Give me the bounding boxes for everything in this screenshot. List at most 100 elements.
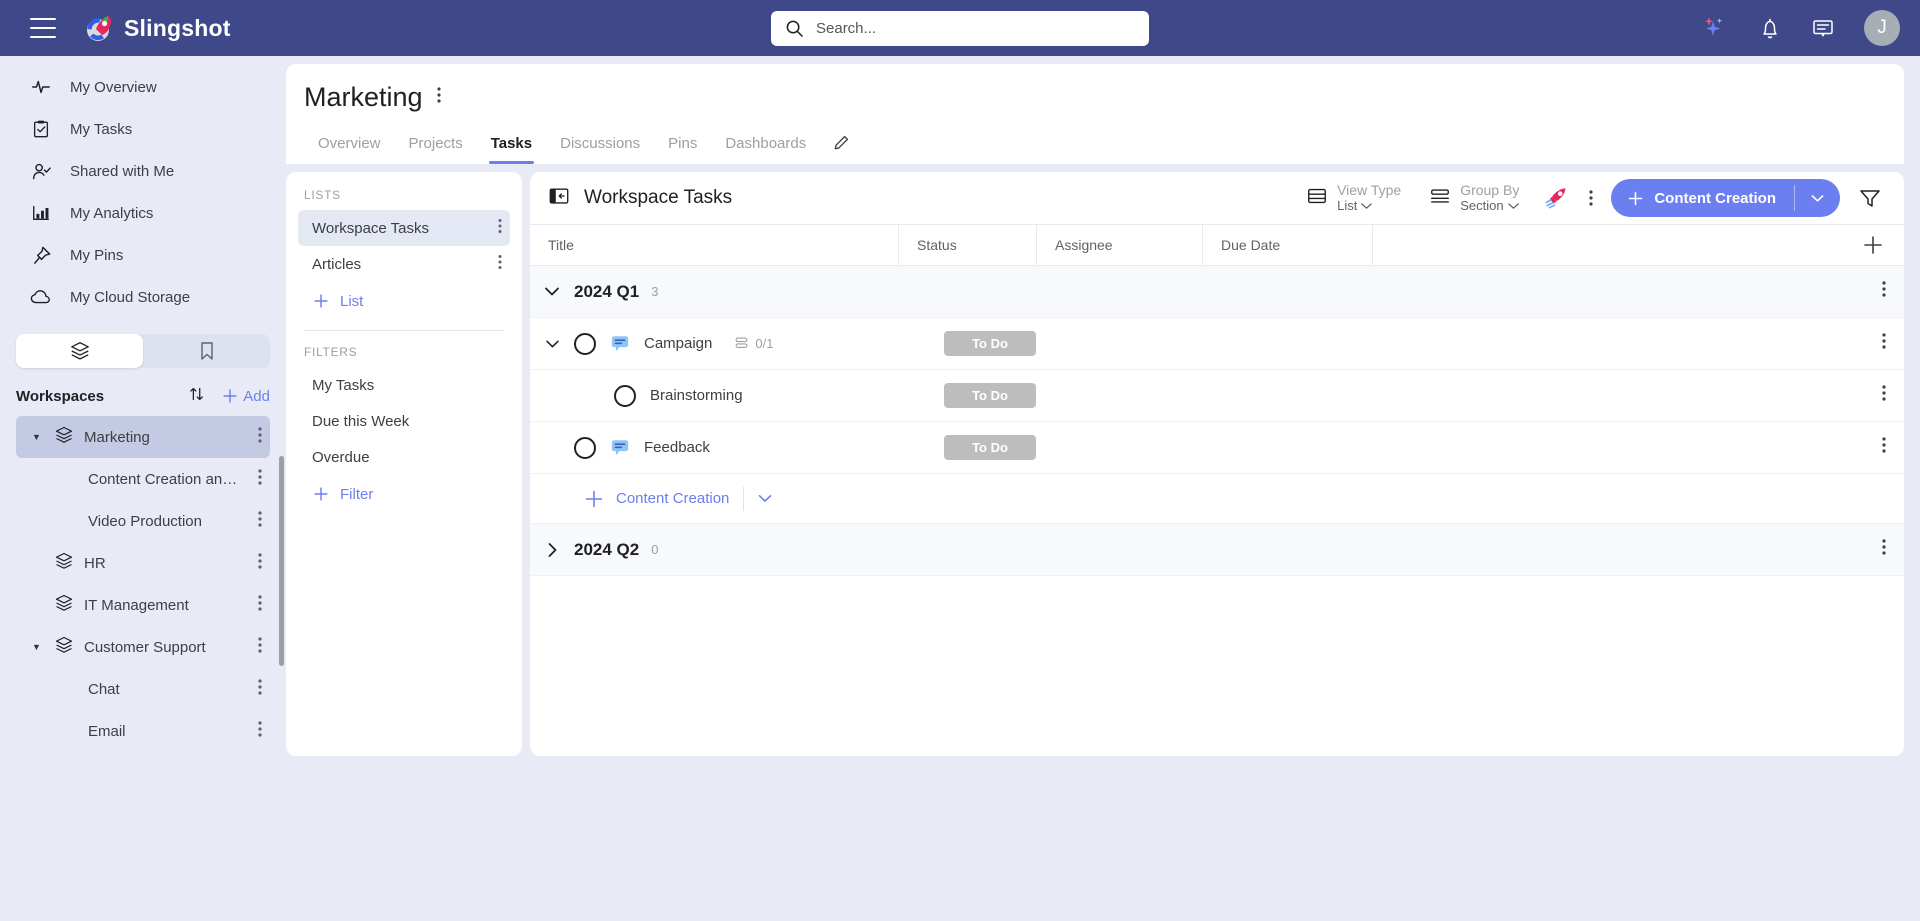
more-vertical-icon[interactable] (498, 218, 502, 238)
more-vertical-icon[interactable] (1882, 538, 1886, 561)
page-more-icon[interactable] (436, 86, 441, 109)
task-status-cell[interactable]: To Do (898, 383, 1036, 408)
column-header-assignee[interactable]: Assignee (1036, 225, 1202, 265)
list-item-workspace-tasks[interactable]: Workspace Tasks (298, 210, 510, 246)
sidebar-item-my-tasks[interactable]: My Tasks (0, 108, 286, 150)
table-row[interactable]: Brainstorming To Do (530, 370, 1904, 422)
add-task-chevron-down-icon[interactable] (758, 494, 772, 503)
brand-logo[interactable]: Slingshot (84, 13, 231, 43)
more-vertical-icon[interactable] (258, 426, 262, 448)
sidebar-item-my-overview[interactable]: My Overview (0, 66, 286, 108)
more-vertical-icon[interactable] (1882, 280, 1886, 303)
tab-projects[interactable]: Projects (395, 129, 477, 164)
list-item-articles[interactable]: Articles (298, 246, 510, 282)
task-complete-toggle[interactable] (614, 384, 636, 407)
sidebar-item-shared-with-me[interactable]: Shared with Me (0, 150, 286, 192)
sidebar-project-email[interactable]: Email (16, 710, 270, 752)
add-workspace-button[interactable]: Add (221, 387, 270, 405)
tab-tasks[interactable]: Tasks (477, 129, 546, 164)
add-filter-button[interactable]: Filter (298, 475, 510, 513)
more-vertical-icon[interactable] (498, 254, 502, 274)
table-row[interactable]: Campaign 0/1 To Do (530, 318, 1904, 370)
table-row[interactable]: Feedback To Do (530, 422, 1904, 474)
task-panel: Workspace Tasks View Type List Group By … (530, 172, 1904, 756)
filter-item-overdue[interactable]: Overdue (298, 439, 510, 475)
pencil-icon[interactable] (820, 127, 863, 164)
plus-icon (1629, 191, 1643, 205)
avatar[interactable]: J (1864, 10, 1900, 46)
hamburger-icon[interactable] (30, 18, 56, 38)
more-vertical-icon[interactable] (1882, 332, 1886, 355)
sidebar-project-content-creation[interactable]: Content Creation an… (16, 458, 270, 500)
add-column-button[interactable] (1372, 225, 1904, 265)
column-header-due-date[interactable]: Due Date (1202, 225, 1372, 265)
task-complete-toggle[interactable] (574, 436, 596, 459)
task-complete-toggle[interactable] (574, 332, 596, 355)
caret-down-icon[interactable]: ▼ (32, 642, 44, 652)
sidebar-workspace-marketing[interactable]: ▼ Marketing (16, 416, 270, 458)
sidebar-workspace-customer-support[interactable]: ▼ Customer Support (16, 626, 270, 668)
sidebar-workspace-it-management[interactable]: IT Management (16, 584, 270, 626)
task-group-header-2024-q2[interactable]: 2024 Q2 0 (530, 524, 1904, 576)
add-list-button[interactable]: List (298, 282, 510, 320)
sidebar-project-chat[interactable]: Chat (16, 668, 270, 710)
content-creation-cta[interactable]: Content Creation (1611, 179, 1840, 217)
more-vertical-icon[interactable] (258, 720, 262, 742)
search-box[interactable] (771, 10, 1149, 46)
sidebar-item-my-cloud-storage[interactable]: My Cloud Storage (0, 276, 286, 318)
filter-item-due-this-week[interactable]: Due this Week (298, 403, 510, 439)
rocket-icon[interactable] (1533, 185, 1579, 211)
chat-icon[interactable] (1810, 16, 1836, 40)
more-vertical-icon[interactable] (258, 510, 262, 532)
more-vertical-icon[interactable] (1882, 436, 1886, 459)
filter-item-my-tasks[interactable]: My Tasks (298, 367, 510, 403)
more-vertical-icon[interactable] (258, 594, 262, 616)
more-vertical-icon[interactable] (258, 678, 262, 700)
bell-icon[interactable] (1758, 16, 1782, 41)
sidebar-workspace-label: IT Management (84, 596, 189, 614)
tab-pins[interactable]: Pins (654, 129, 711, 164)
toggle-workspaces[interactable] (16, 334, 143, 368)
sidebar-workspace-hr[interactable]: HR (16, 542, 270, 584)
sidebar-project-video-production[interactable]: Video Production (16, 500, 270, 542)
ai-sparkle-icon[interactable] (1700, 15, 1730, 41)
more-vertical-icon[interactable] (1882, 384, 1886, 407)
sidebar-project-label: Chat (88, 680, 120, 698)
sidebar-item-my-analytics[interactable]: My Analytics (0, 192, 286, 234)
tab-discussions[interactable]: Discussions (546, 129, 654, 164)
layers-icon (54, 635, 74, 659)
more-vertical-icon[interactable] (258, 468, 262, 490)
layers-icon (54, 425, 74, 449)
sort-arrows-icon[interactable] (187, 384, 207, 409)
view-type-value: List (1337, 197, 1358, 213)
tab-dashboards[interactable]: Dashboards (711, 129, 820, 164)
chevron-down-icon (1361, 203, 1373, 209)
add-task-button[interactable]: Content Creation (584, 489, 729, 509)
task-group-header-2024-q1[interactable]: 2024 Q1 3 (530, 266, 1904, 318)
more-vertical-icon[interactable] (258, 636, 262, 658)
more-vertical-icon[interactable] (258, 552, 262, 574)
column-header-title[interactable]: Title (530, 225, 898, 265)
sidebar-scrollbar[interactable] (279, 456, 284, 666)
view-type-control[interactable]: View Type List (1292, 182, 1415, 213)
tab-overview[interactable]: Overview (304, 129, 395, 164)
task-status-cell[interactable]: To Do (898, 435, 1036, 460)
chevron-down-icon[interactable] (530, 286, 574, 297)
chevron-down-icon[interactable] (530, 339, 574, 349)
group-by-control[interactable]: Group By Section (1415, 182, 1533, 213)
task-discussion-icon[interactable] (610, 334, 630, 353)
filter-item-label: Due this Week (312, 412, 410, 430)
chevron-right-icon[interactable] (530, 542, 574, 558)
status-badge: To Do (944, 435, 1036, 460)
cta-chevron-down-icon[interactable] (1795, 194, 1840, 203)
task-discussion-icon[interactable] (610, 438, 630, 457)
panel-collapse-icon[interactable] (548, 185, 570, 212)
sidebar-item-my-pins[interactable]: My Pins (0, 234, 286, 276)
caret-down-icon[interactable]: ▼ (32, 432, 44, 442)
search-input[interactable] (816, 19, 1135, 37)
more-vertical-icon[interactable] (1579, 189, 1603, 207)
column-header-status[interactable]: Status (898, 225, 1036, 265)
filter-icon[interactable] (1840, 186, 1890, 210)
task-status-cell[interactable]: To Do (898, 331, 1036, 356)
toggle-bookmarks[interactable] (143, 334, 270, 368)
